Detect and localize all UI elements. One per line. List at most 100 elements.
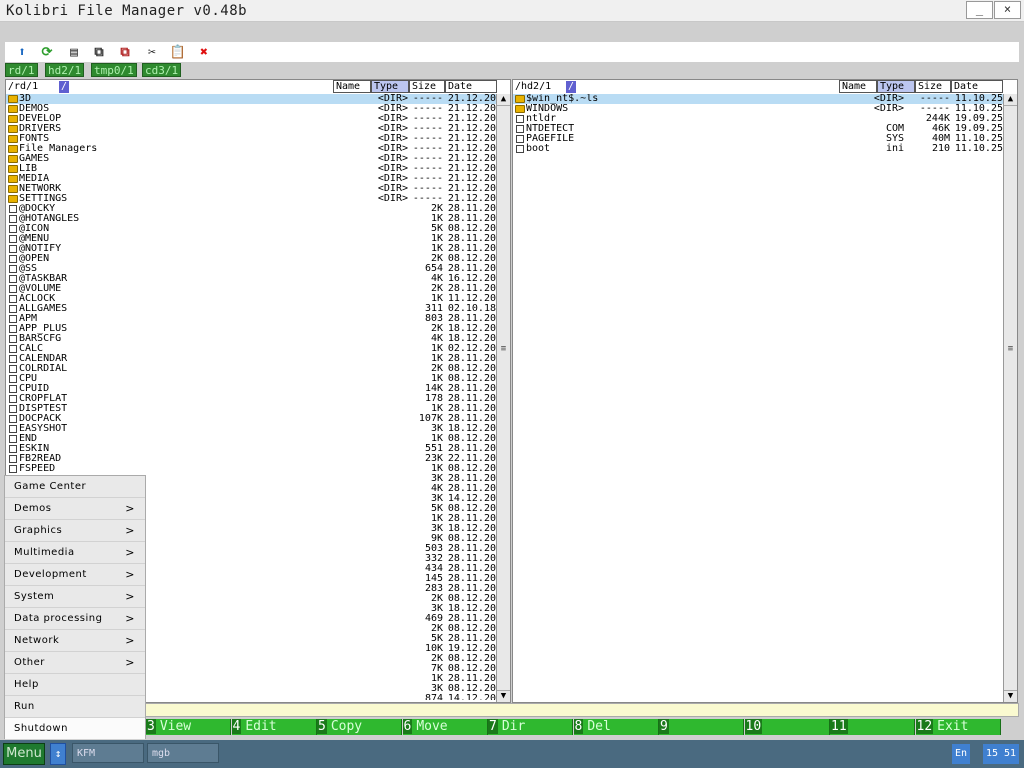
file-row[interactable]: SETTINGS <DIR> ----- 21.12.20 xyxy=(6,194,497,204)
left-root-button[interactable]: / xyxy=(59,81,69,93)
file-row[interactable]: NTDETECT COM 46K 19.09.25 xyxy=(513,124,1004,134)
file-icon xyxy=(9,445,17,453)
right-panel[interactable]: /hd2/1 / Name Type Size Date $win_nt$.~l… xyxy=(512,79,1018,703)
file-row[interactable]: ESKIN 551 28.11.20 xyxy=(6,444,497,454)
file-row[interactable]: @HOTANGLES 1K 28.11.20 xyxy=(6,214,497,224)
left-header-name[interactable]: Name xyxy=(333,80,371,93)
scroll-down-arrow-icon[interactable]: ▼ xyxy=(1004,691,1017,702)
task-button-mgb[interactable]: mgb xyxy=(147,743,219,763)
menu-item-other[interactable]: Other > xyxy=(5,652,145,674)
file-row[interactable]: @SS 654 28.11.20 xyxy=(6,264,497,274)
function-key-number: 6 xyxy=(402,719,413,734)
file-row[interactable]: CPU 1K 08.12.20 xyxy=(6,374,497,384)
menu-item-run[interactable]: Run xyxy=(5,696,145,718)
right-scrollbar[interactable]: ▲ ≡ ▼ xyxy=(1003,94,1017,702)
left-header-type[interactable]: Type xyxy=(371,80,409,93)
clock: 15 51 xyxy=(983,744,1019,764)
close-button[interactable]: × xyxy=(994,1,1021,19)
grip-icon: ≡ xyxy=(500,344,507,354)
file-row[interactable]: @OPEN 2K 08.12.20 xyxy=(6,254,497,264)
file-row[interactable]: ACLOCK 1K 11.12.20 xyxy=(6,294,497,304)
menu-item-shutdown[interactable]: Shutdown xyxy=(5,718,145,740)
command-line-input[interactable] xyxy=(5,703,1019,717)
function-key-f11[interactable]: 11 xyxy=(830,719,915,735)
file-row[interactable]: @VOLUME 2K 28.11.20 xyxy=(6,284,497,294)
right-header-date[interactable]: Date xyxy=(951,80,1003,93)
properties-icon[interactable]: ▤ xyxy=(65,43,83,61)
function-key-f7[interactable]: 7 Dir xyxy=(488,719,573,735)
menu-item-graphics[interactable]: Graphics > xyxy=(5,520,145,542)
menu-item-data-processing[interactable]: Data processing > xyxy=(5,608,145,630)
file-row[interactable]: boot ini 210 11.10.25 xyxy=(513,144,1004,154)
file-icon xyxy=(9,325,17,333)
up-arrow-icon[interactable]: ⬆ xyxy=(13,43,31,61)
file-row[interactable]: EASYSHOT 3K 18.12.20 xyxy=(6,424,497,434)
file-row[interactable]: FSPEED 1K 08.12.20 xyxy=(6,464,497,474)
function-key-f10[interactable]: 10 xyxy=(744,719,830,735)
scroll-down-arrow-icon[interactable]: ▼ xyxy=(497,691,510,702)
menu-item-demos[interactable]: Demos > xyxy=(5,498,145,520)
file-row[interactable]: @TASKBAR 4K 16.12.20 xyxy=(6,274,497,284)
language-indicator[interactable]: En xyxy=(952,744,970,764)
file-row[interactable]: APM 803 28.11.20 xyxy=(6,314,497,324)
scroll-up-arrow-icon[interactable]: ▲ xyxy=(1004,94,1017,105)
file-row[interactable]: BARSCFG 4K 18.12.20 xyxy=(6,334,497,344)
menu-button[interactable]: Menu xyxy=(3,743,45,765)
refresh-icon[interactable]: ⟳ xyxy=(38,43,56,61)
file-row[interactable]: @ICON 5K 08.12.20 xyxy=(6,224,497,234)
file-row[interactable]: END 1K 08.12.20 xyxy=(6,434,497,444)
title-bar[interactable]: Kolibri File Manager v0.48b _ × xyxy=(0,0,1024,22)
scroll-up-arrow-icon[interactable]: ▲ xyxy=(497,94,510,105)
cut-icon[interactable]: ✂ xyxy=(143,43,161,61)
function-key-f9[interactable]: 9 xyxy=(659,719,744,735)
function-key-f12[interactable]: 12 Exit xyxy=(915,719,1001,735)
minimize-button[interactable]: _ xyxy=(966,1,993,19)
menu-item-help[interactable]: Help xyxy=(5,674,145,696)
right-file-list[interactable]: $win_nt$.~ls <DIR> ----- 11.10.25 WINDOWS <DI… xyxy=(513,94,1004,700)
file-row[interactable]: APP_PLUS 2K 18.12.20 xyxy=(6,324,497,334)
function-key-f6[interactable]: 6 Move xyxy=(402,719,488,735)
task-button-kfm[interactable]: KFM xyxy=(72,743,144,763)
file-row[interactable]: CALC 1K 02.12.20 xyxy=(6,344,497,354)
file-row[interactable]: ntldr 244K 19.09.25 xyxy=(513,114,1004,124)
menu-item-system[interactable]: System > xyxy=(5,586,145,608)
right-scroll-thumb[interactable]: ≡ xyxy=(1004,105,1017,691)
file-row[interactable]: @MENU 1K 28.11.20 xyxy=(6,234,497,244)
menu-item-network[interactable]: Network > xyxy=(5,630,145,652)
delete-icon[interactable]: ✖ xyxy=(195,43,213,61)
paste-icon[interactable]: 📋 xyxy=(169,43,187,61)
file-row[interactable]: ALLGAMES 311 02.10.18 xyxy=(6,304,497,314)
right-root-button[interactable]: / xyxy=(566,81,576,93)
file-row[interactable]: CPUID 14K 28.11.20 xyxy=(6,384,497,394)
drive-button-cd3[interactable]: cd3/1 xyxy=(142,63,182,77)
swap-arrows-icon[interactable]: ↕ xyxy=(50,743,66,765)
file-row[interactable]: DOCPACK 107K 28.11.20 xyxy=(6,414,497,424)
drive-button-rd[interactable]: rd/1 xyxy=(5,63,38,77)
drive-button-hd2[interactable]: hd2/1 xyxy=(45,63,85,77)
right-header-name[interactable]: Name xyxy=(839,80,877,93)
left-scrollbar[interactable]: ▲ ≡ ▼ xyxy=(496,94,510,702)
copy-icon[interactable]: ⧉ xyxy=(90,43,108,61)
menu-item-multimedia[interactable]: Multimedia > xyxy=(5,542,145,564)
right-header-size[interactable]: Size xyxy=(915,80,951,93)
file-row[interactable]: @DOCKY 2K 28.11.20 xyxy=(6,204,497,214)
menu-item-development[interactable]: Development > xyxy=(5,564,145,586)
file-icon xyxy=(9,425,17,433)
function-key-f3[interactable]: 3 View xyxy=(146,719,231,735)
function-key-f4[interactable]: 4 Edit xyxy=(231,719,317,735)
left-header-date[interactable]: Date xyxy=(445,80,497,93)
file-row[interactable]: PAGEFILE SYS 40M 11.10.25 xyxy=(513,134,1004,144)
menu-item-game-center[interactable]: Game Center xyxy=(5,476,145,498)
right-header-type[interactable]: Type xyxy=(877,80,915,93)
file-row[interactable]: @NOTIFY 1K 28.11.20 xyxy=(6,244,497,254)
function-key-f8[interactable]: 8 Del xyxy=(573,719,659,735)
file-row[interactable]: CALENDAR 1K 28.11.20 xyxy=(6,354,497,364)
function-key-f5[interactable]: 5 Copy xyxy=(317,719,402,735)
left-scroll-thumb[interactable]: ≡ xyxy=(497,105,510,691)
file-row[interactable]: CROPFLAT 178 28.11.20 xyxy=(6,394,497,404)
left-header-size[interactable]: Size xyxy=(409,80,445,93)
file-row[interactable]: FB2READ 23K 22.11.20 xyxy=(6,454,497,464)
file-row[interactable]: COLRDIAL 2K 08.12.20 xyxy=(6,364,497,374)
drive-button-tmp0[interactable]: tmp0/1 xyxy=(91,63,137,77)
copy-move-icon[interactable]: ⧉ xyxy=(116,43,134,61)
